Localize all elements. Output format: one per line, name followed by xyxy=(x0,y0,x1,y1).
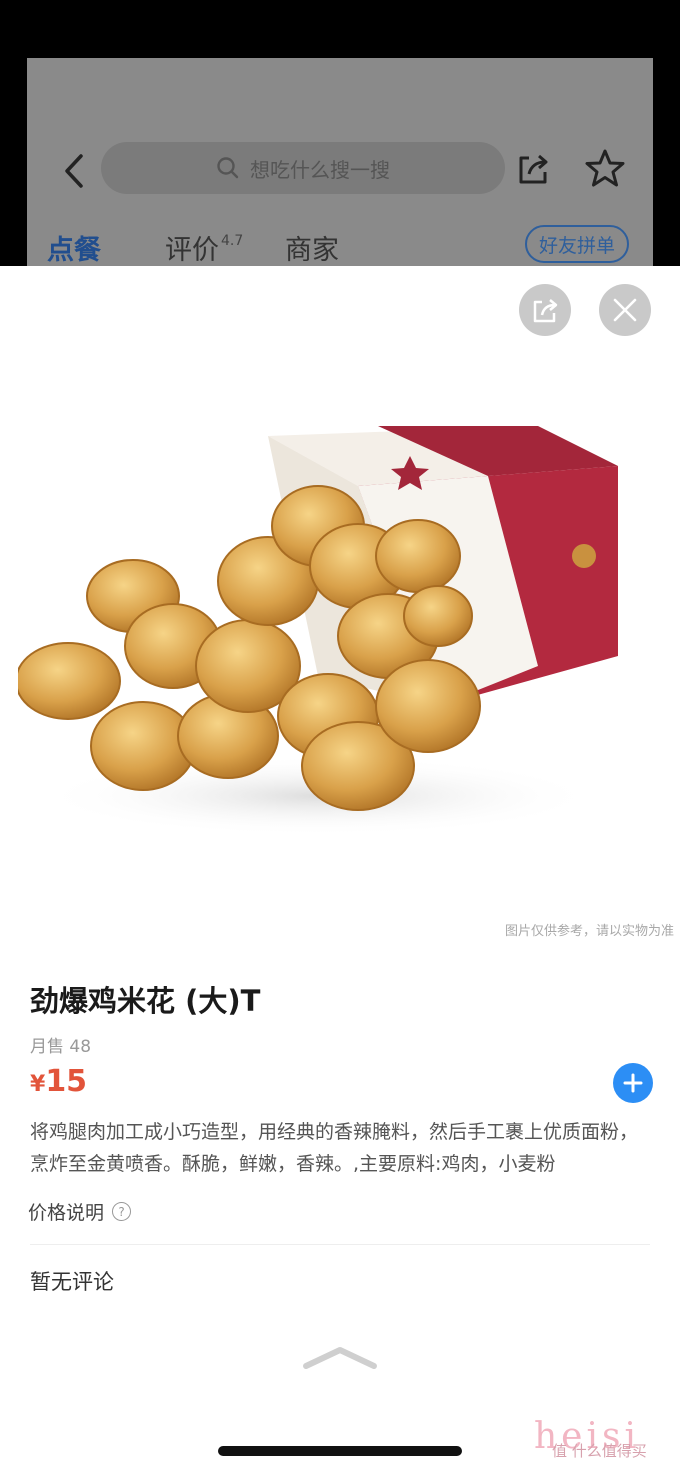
product-detail-sheet: 图片仅供参考，请以实物为准 劲爆鸡米花 (大)T 月售 48 ¥15 将鸡腿肉加… xyxy=(0,266,680,1472)
tab-order-label: 点餐 xyxy=(47,235,101,266)
background-store-page: 想吃什么搜一搜 点餐 评价 4.7 商家 好友拼单 xyxy=(27,58,653,268)
image-disclaimer: 图片仅供参考，请以实物为准 xyxy=(504,924,674,939)
favorite-star-icon[interactable] xyxy=(585,148,625,188)
tab-merchant-label: 商家 xyxy=(285,235,339,266)
plus-icon xyxy=(623,1073,643,1093)
close-icon xyxy=(613,298,637,322)
price-value: 15 xyxy=(45,1064,88,1099)
watermark-subtitle: 值 什么值得买 xyxy=(552,1442,647,1460)
no-reviews-text: 暂无评论 xyxy=(30,1270,114,1294)
tab-reviews-label: 评价 xyxy=(165,235,219,266)
search-placeholder: 想吃什么搜一搜 xyxy=(250,157,390,182)
add-to-cart-button[interactable] xyxy=(613,1063,653,1103)
group-order-button[interactable]: 好友拼单 xyxy=(525,225,629,263)
product-name: 劲爆鸡米花 (大)T xyxy=(30,984,261,1018)
currency-symbol: ¥ xyxy=(30,1072,46,1097)
tab-order[interactable]: 点餐 xyxy=(47,228,101,267)
product-image xyxy=(18,426,618,836)
divider xyxy=(30,1244,650,1245)
product-description: 将鸡腿肉加工成小巧造型，用经典的香辣腌料，然后手工裹上优质面粉，烹炸至金黄喷香。… xyxy=(30,1121,639,1175)
monthly-sales: 月售 48 xyxy=(30,1037,92,1057)
share-button[interactable] xyxy=(519,284,571,336)
search-bar[interactable]: 想吃什么搜一搜 xyxy=(101,142,505,194)
back-arrow-icon[interactable] xyxy=(61,152,89,190)
share-icon xyxy=(533,299,558,323)
close-button[interactable] xyxy=(599,284,651,336)
help-icon: ? xyxy=(112,1202,132,1221)
chevron-up-icon[interactable] xyxy=(302,1344,378,1370)
rating-value: 4.7 xyxy=(221,233,244,249)
home-indicator[interactable] xyxy=(218,1446,462,1456)
price-explanation-label: 价格说明 xyxy=(28,1202,105,1224)
product-price: ¥15 xyxy=(30,1064,87,1099)
share-icon[interactable] xyxy=(515,150,551,186)
price-explanation[interactable]: 价格说明 ? xyxy=(28,1198,132,1225)
tab-reviews[interactable]: 评价 4.7 xyxy=(165,228,243,267)
tab-merchant[interactable]: 商家 xyxy=(285,228,339,267)
search-icon xyxy=(217,157,239,179)
